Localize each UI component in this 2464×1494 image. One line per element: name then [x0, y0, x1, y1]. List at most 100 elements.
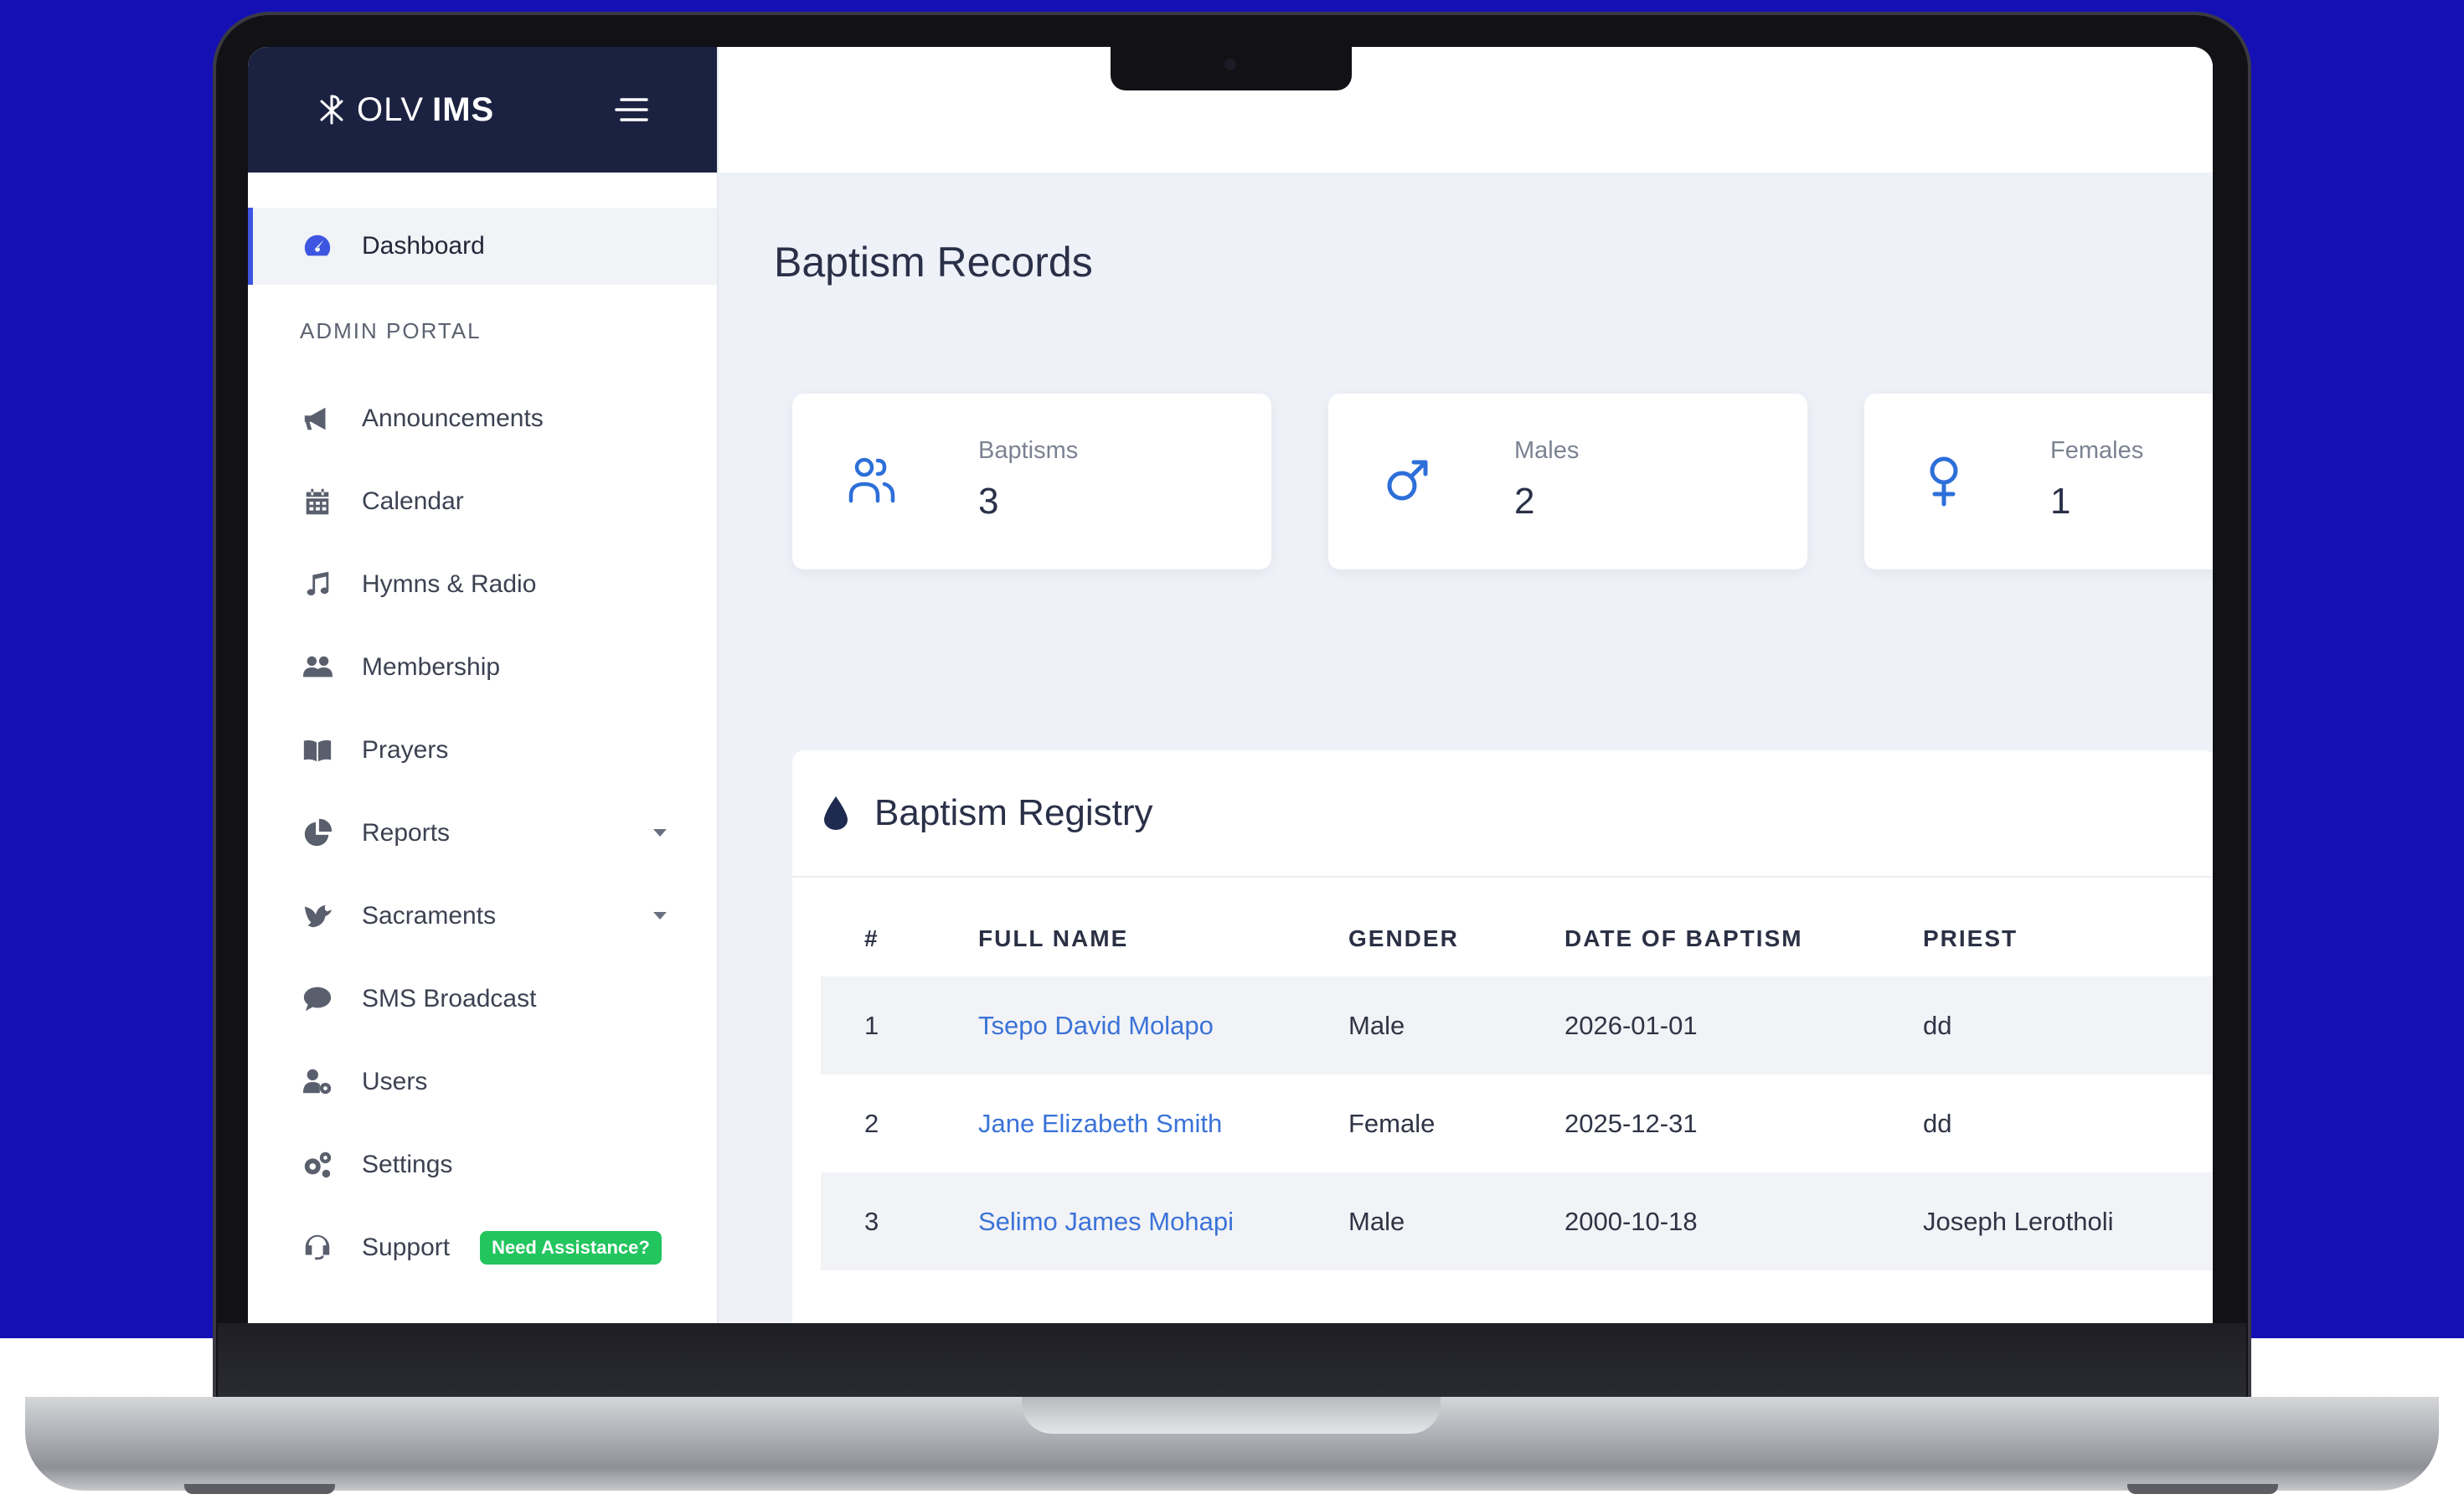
user-gear-icon [300, 1064, 335, 1100]
sidebar-item-label: Membership [362, 652, 501, 681]
sidebar-item-announcements[interactable]: Announcements [248, 377, 717, 460]
sidebar-item-users[interactable]: Users [248, 1040, 717, 1123]
sidebar-item-settings[interactable]: Settings [248, 1123, 717, 1206]
sidebar-item-prayers[interactable]: Prayers [248, 708, 717, 791]
cell-gender: Female [1348, 1108, 1436, 1138]
people-icon [848, 457, 895, 503]
column-header-gender[interactable]: GENDER [1348, 901, 1564, 976]
record-name-link[interactable]: Tsepo David Molapo [978, 1011, 1214, 1040]
record-name-link[interactable]: Jane Elizabeth Smith [978, 1109, 1222, 1138]
laptop-foot-left [184, 1484, 335, 1494]
stat-label: Females [2050, 437, 2144, 464]
sidebar-item-calendar[interactable]: Calendar [248, 460, 717, 543]
sidebar-item-label: Hymns & Radio [362, 569, 537, 598]
stat-card-males: Males 2 [1328, 394, 1807, 569]
sidebar-item-membership[interactable]: Membership [248, 626, 717, 708]
menu-toggle-icon[interactable] [613, 95, 650, 125]
registry-title: Baptism Registry [874, 792, 1153, 833]
male-symbol-icon [1387, 460, 1428, 501]
cell-date: 2026-01-01 [1564, 1010, 1698, 1040]
cell-number: 3 [864, 1206, 879, 1236]
cell-priest: dd [1923, 1010, 1952, 1040]
cell-priest: dd [1923, 1108, 1952, 1138]
column-header-priest[interactable]: PRIEST [1923, 901, 2213, 976]
sidebar-item-label: Users [362, 1067, 428, 1095]
app-screen: OLV IMS Dashboard ADMIN PORTAL Announcem… [248, 47, 2213, 1323]
sidebar-section-heading: ADMIN PORTAL [300, 317, 482, 343]
sidebar-item-label: Announcements [362, 404, 544, 432]
brand-bar: OLV IMS [248, 47, 717, 173]
chat-bubble-icon [300, 981, 335, 1017]
sidebar-item-label: Support [362, 1233, 451, 1261]
chevron-down-icon [653, 912, 667, 920]
cell-full-name: Selimo James Mohapi [978, 1172, 1348, 1270]
top-bar [719, 47, 2213, 173]
dashboard-gauge-icon [300, 229, 335, 264]
brand-name-light: OLV [357, 90, 425, 128]
stat-value: 3 [978, 481, 999, 522]
column-header-date[interactable]: DATE OF BAPTISM [1564, 901, 1923, 976]
record-name-link[interactable]: Selimo James Mohapi [978, 1207, 1234, 1236]
stat-value: 1 [2050, 481, 2071, 522]
sidebar-item-label: Sacraments [362, 901, 497, 930]
camera-icon [1224, 59, 1236, 70]
table-row[interactable]: 1 Tsepo David Molapo Male 2026-01-01 dd [821, 976, 2213, 1074]
sidebar-item-sms-broadcast[interactable]: SMS Broadcast [248, 957, 717, 1040]
registry-header: Baptism Registry [792, 750, 2213, 878]
music-note-icon [300, 567, 335, 602]
main-content: Baptism Records Baptisms 3 Males 2 Femal… [719, 173, 2213, 1323]
sidebar-item-hymns-radio[interactable]: Hymns & Radio [248, 543, 717, 626]
sidebar-item-support[interactable]: Support Need Assistance? [248, 1206, 717, 1289]
cell-full-name: Tsepo David Molapo [978, 976, 1348, 1074]
support-badge[interactable]: Need Assistance? [480, 1230, 662, 1265]
female-symbol-icon [1930, 456, 1958, 507]
stat-label: Baptisms [978, 437, 1079, 464]
cell-number: 2 [864, 1108, 879, 1138]
megaphone-icon [300, 401, 335, 436]
sidebar-item-dashboard[interactable]: Dashboard [248, 208, 717, 285]
laptop-foot-right [2127, 1484, 2278, 1494]
cell-priest: Joseph Lerotholi [1923, 1206, 2114, 1236]
column-header-number[interactable]: # [821, 901, 978, 976]
baptism-table: # FULL NAME GENDER DATE OF BAPTISM PRIES… [821, 901, 2213, 1270]
book-icon [300, 733, 335, 768]
cell-gender: Male [1348, 1206, 1405, 1236]
cell-date: 2000-10-18 [1564, 1206, 1698, 1236]
sidebar-item-label: Settings [362, 1150, 453, 1178]
dove-icon [300, 899, 335, 934]
column-header-full-name[interactable]: FULL NAME [978, 901, 1348, 976]
gears-icon [300, 1147, 335, 1182]
stat-card-baptisms: Baptisms 3 [792, 394, 1271, 569]
cell-date: 2025-12-31 [1564, 1108, 1698, 1138]
table-row[interactable]: 3 Selimo James Mohapi Male 2000-10-18 Jo… [821, 1172, 2213, 1270]
baptism-registry-card: Baptism Registry # FULL NAME GENDER DATE… [792, 750, 2213, 1323]
cell-number: 1 [864, 1010, 879, 1040]
stat-value: 2 [1514, 481, 1535, 522]
sidebar-item-label: Calendar [362, 487, 464, 515]
sidebar-item-reports[interactable]: Reports [248, 791, 717, 874]
cell-full-name: Jane Elizabeth Smith [978, 1074, 1348, 1172]
table-header-row: # FULL NAME GENDER DATE OF BAPTISM PRIES… [821, 901, 2213, 976]
sidebar-item-label: Reports [362, 818, 451, 847]
users-icon [300, 650, 335, 685]
sidebar: OLV IMS Dashboard ADMIN PORTAL Announcem… [248, 47, 719, 1323]
sidebar-item-label: Prayers [362, 735, 449, 764]
pie-chart-icon [300, 816, 335, 851]
laptop-lid-opener [1022, 1397, 1441, 1434]
brand-name-bold: IMS [432, 90, 495, 128]
cell-gender: Male [1348, 1010, 1405, 1040]
chevron-down-icon [653, 829, 667, 837]
page-title: Baptism Records [774, 239, 1093, 286]
calendar-icon [300, 484, 335, 519]
headset-icon [300, 1230, 335, 1265]
sidebar-nav: Dashboard ADMIN PORTAL Announcements Cal… [248, 173, 717, 1289]
sidebar-item-label: Dashboard [362, 232, 485, 260]
stat-label: Males [1514, 437, 1580, 464]
sidebar-item-sacraments[interactable]: Sacraments [248, 874, 717, 957]
table-row[interactable]: 2 Jane Elizabeth Smith Female 2025-12-31… [821, 1074, 2213, 1172]
stat-card-females: Females 1 [1864, 394, 2213, 569]
laptop-hinge [218, 1323, 2246, 1402]
water-drop-icon [824, 796, 848, 830]
brand-logo[interactable]: OLV IMS [315, 91, 494, 129]
chi-rho-icon [320, 95, 343, 125]
